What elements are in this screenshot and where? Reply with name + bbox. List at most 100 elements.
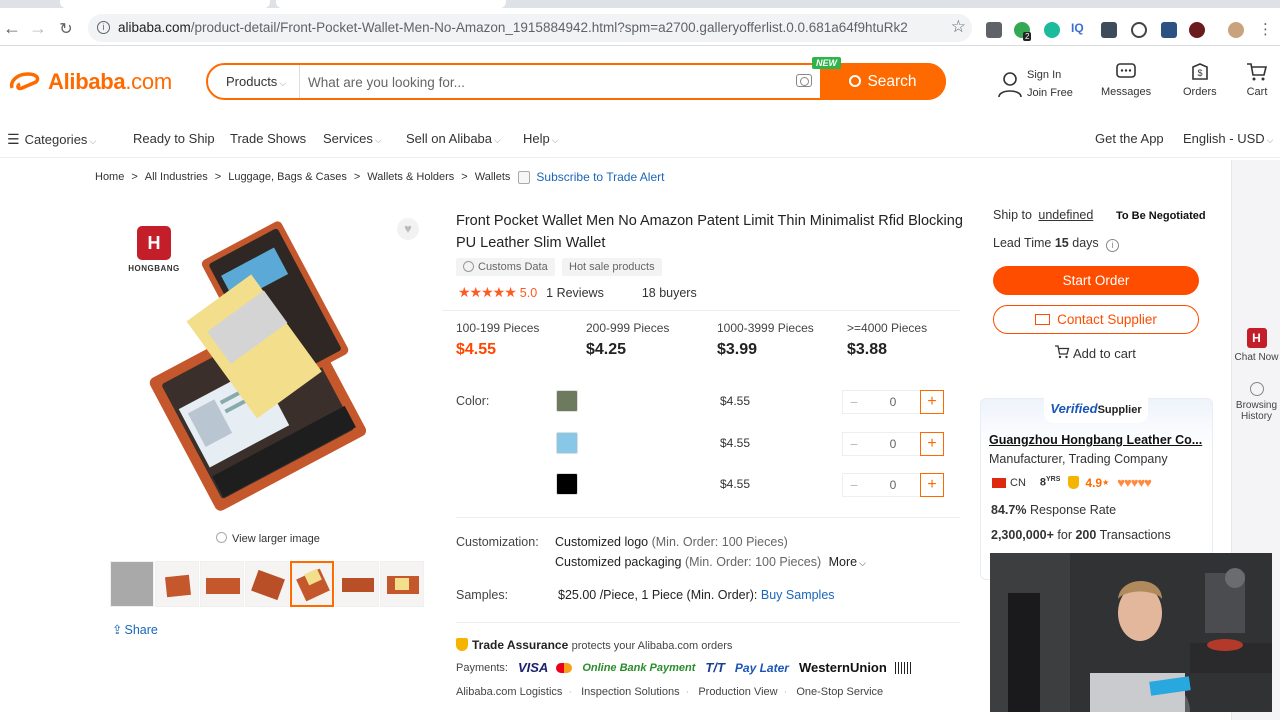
breadcrumb-luggage[interactable]: Luggage, Bags & Cases (228, 171, 347, 183)
messages-link[interactable]: Messages (1101, 62, 1151, 98)
circle-extension-icon[interactable] (1131, 22, 1147, 38)
camera-icon[interactable] (796, 74, 812, 87)
reviews-link[interactable]: 1 Reviews (546, 286, 604, 300)
info-icon[interactable]: i (1106, 239, 1120, 252)
supplier-name-link[interactable]: Guangzhou Hongbang Leather Co... (989, 433, 1202, 447)
favorite-heart-icon[interactable]: ♥ (397, 218, 419, 240)
thumbnail-image-selected[interactable] (290, 561, 334, 607)
menu-dots-icon[interactable]: ⋮ (1258, 20, 1273, 38)
bookmark-star-icon[interactable]: ☆ (951, 17, 966, 37)
view-larger-image-link[interactable]: View larger image (216, 532, 320, 545)
production-view-link[interactable]: Production View (698, 686, 777, 698)
tier-range: >=4000 Pieces (847, 321, 928, 335)
sign-in-link[interactable]: Sign In (1027, 66, 1073, 84)
chat-now-button[interactable]: H Chat Now (1232, 328, 1280, 363)
alibaba-logo[interactable]: Alibaba.com (8, 64, 172, 100)
increase-quantity-button[interactable]: + (920, 473, 944, 497)
breadcrumb-home[interactable]: Home (95, 171, 124, 183)
back-icon[interactable]: ← (2, 18, 22, 39)
share-link[interactable]: ⇪ Share (112, 622, 158, 637)
thumbnail-image[interactable] (335, 561, 379, 607)
iq-extension-icon[interactable]: IQ (1071, 21, 1084, 35)
quantity-input[interactable]: 0 (867, 391, 919, 413)
green-circle-extension-icon[interactable] (1044, 22, 1060, 38)
blue-extension-icon[interactable] (1161, 22, 1177, 38)
verified-supplier-badge: VerifiedSupplier (1044, 397, 1148, 423)
categories-menu[interactable]: ☰ Categories ⌵ (7, 131, 96, 148)
nav-services[interactable]: Services ⌵ (323, 131, 382, 146)
address-bar[interactable]: i alibaba.com/product-detail/Front-Pocke… (88, 14, 972, 42)
dark-extension-icon[interactable] (1101, 22, 1117, 38)
color-swatch-olive[interactable] (556, 390, 578, 412)
url-text: alibaba.com/product-detail/Front-Pocket-… (118, 20, 908, 35)
divider (456, 517, 960, 518)
one-stop-service-link[interactable]: One-Stop Service (796, 686, 883, 698)
orders-link[interactable]: $ Orders (1183, 62, 1217, 98)
nav-ready-to-ship[interactable]: Ready to Ship (133, 131, 215, 146)
quantity-stepper: − 0 + (842, 390, 944, 414)
breadcrumb-wallets[interactable]: Wallets (475, 171, 511, 183)
brand-name: HONGBANG (128, 264, 180, 273)
thumbnail-strip (110, 561, 426, 607)
breadcrumb-wallets-holders[interactable]: Wallets & Holders (367, 171, 454, 183)
buy-samples-link[interactable]: Buy Samples (761, 588, 835, 602)
k-extension-icon[interactable] (1189, 22, 1205, 38)
nav-help[interactable]: Help ⌵ (523, 131, 559, 146)
search-input[interactable] (308, 71, 788, 93)
customized-logo-option: Customized logo (Min. Order: 100 Pieces) (555, 535, 788, 549)
ship-destination-link[interactable]: undefined (1038, 208, 1093, 222)
reload-icon[interactable]: ↻ (56, 19, 76, 39)
nav-trade-shows[interactable]: Trade Shows (230, 131, 306, 146)
supplier-score: 4.9 (1085, 475, 1103, 490)
info-icon[interactable]: i (97, 21, 110, 34)
thumbnail-image[interactable] (110, 561, 154, 607)
increase-quantity-button[interactable]: + (920, 432, 944, 456)
more-customization-link[interactable]: More ⌵ (829, 555, 866, 569)
products-dropdown[interactable]: Products ⌵ (208, 65, 300, 98)
payment-methods: Payments: VISA Online Bank Payment T/T P… (456, 660, 913, 675)
thumbnail-image[interactable] (380, 561, 424, 607)
boleto-barcode-icon (894, 661, 913, 674)
sign-in-area[interactable]: Sign In Join Free (997, 66, 1073, 102)
forward-icon[interactable]: → (28, 18, 48, 39)
join-free-link[interactable]: Join Free (1027, 84, 1073, 102)
start-order-button[interactable]: Start Order (993, 266, 1199, 295)
decrease-quantity-button[interactable]: − (843, 433, 865, 455)
inspection-solutions-link[interactable]: Inspection Solutions (581, 686, 679, 698)
browser-tab[interactable] (60, 0, 270, 8)
logistics-link[interactable]: Alibaba.com Logistics (456, 686, 562, 698)
trade-assurance-title[interactable]: Trade Assurance (472, 638, 568, 652)
cart-link[interactable]: Cart (1246, 62, 1268, 98)
orders-icon: $ (1192, 63, 1208, 80)
quantity-input[interactable]: 0 (867, 433, 919, 455)
history-clock-icon (1249, 382, 1264, 396)
breadcrumb-all-industries[interactable]: All Industries (145, 171, 208, 183)
thumbnail-image[interactable] (245, 561, 289, 607)
thumbnail-image[interactable] (155, 561, 199, 607)
profile-avatar[interactable] (1228, 22, 1244, 38)
color-variant-row: $4.55 − 0 + (456, 390, 956, 416)
cart-label: Cart (1246, 86, 1268, 98)
contact-supplier-button[interactable]: Contact Supplier (993, 305, 1199, 334)
increase-quantity-button[interactable]: + (920, 390, 944, 414)
shipping-cost: To Be Negotiated (1116, 210, 1206, 222)
nav-sell-on-alibaba[interactable]: Sell on Alibaba ⌵ (406, 131, 501, 146)
add-to-cart-button[interactable]: Add to cart (1054, 345, 1136, 361)
quantity-input[interactable]: 0 (867, 474, 919, 496)
color-swatch-light-blue[interactable] (556, 432, 578, 454)
brand-logo: H HONGBANG (126, 226, 182, 273)
subscribe-trade-alert-link[interactable]: Subscribe to Trade Alert (536, 170, 664, 184)
gold-supplier-icon (1068, 476, 1080, 489)
decrease-quantity-button[interactable]: − (843, 391, 865, 413)
hot-sale-tag[interactable]: Hot sale products (562, 258, 662, 276)
browsing-history-button[interactable]: Browsing History (1232, 382, 1280, 422)
color-swatch-black[interactable] (556, 473, 578, 495)
customs-data-tag[interactable]: Customs Data (456, 258, 555, 276)
browser-tab-active[interactable] (276, 0, 506, 8)
tt-icon: T/T (705, 660, 725, 675)
extension-icon[interactable] (986, 22, 1002, 38)
thumbnail-image[interactable] (200, 561, 244, 607)
get-the-app-link[interactable]: Get the App (1095, 131, 1164, 146)
decrease-quantity-button[interactable]: − (843, 474, 865, 496)
language-currency-selector[interactable]: English - USD ⌵ (1183, 131, 1273, 146)
